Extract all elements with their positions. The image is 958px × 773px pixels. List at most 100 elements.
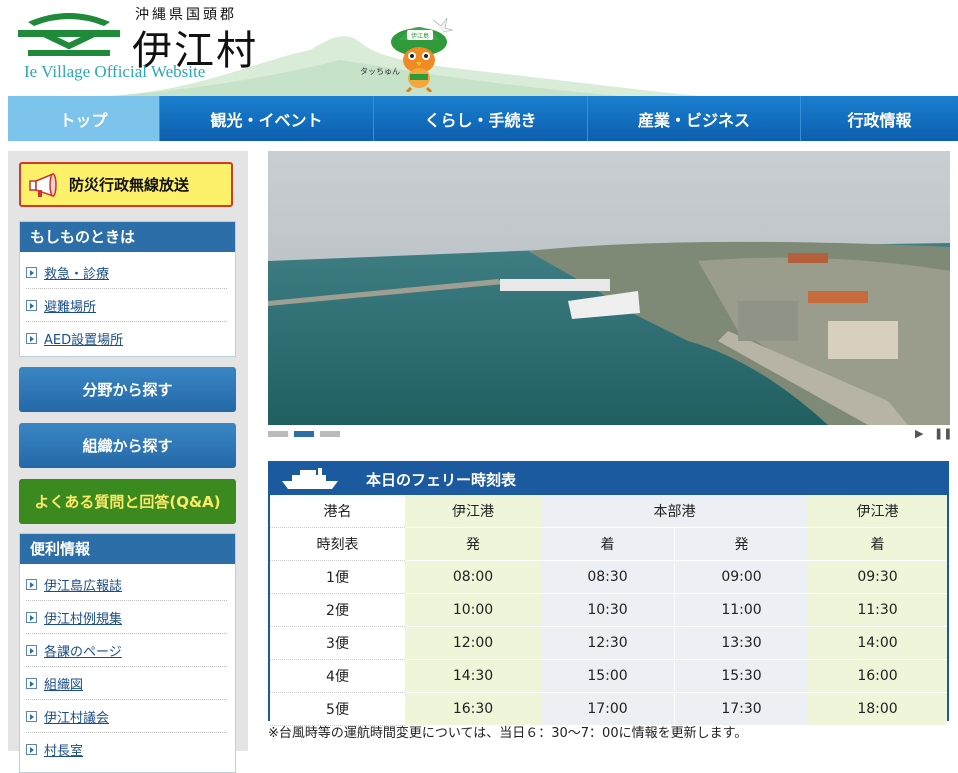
trip-name-cell: 3便 [270, 626, 405, 660]
nav-tourism-events[interactable]: 観光・イベント [160, 96, 374, 141]
nav-administration[interactable]: 行政情報 [801, 96, 958, 141]
ferry-timetable: 本日のフェリー時刻表 港名 伊江港 本部港 伊江港 時刻表 発 着 発 着 1便… [268, 461, 949, 726]
pause-icon[interactable]: ❚❚ [934, 427, 952, 440]
mascot-illustration: 伊江島 [391, 17, 454, 92]
table-subheader-row: 時刻表 発 着 発 着 [270, 527, 947, 561]
time-cell: 15:00 [541, 659, 675, 693]
list-item: 伊江島広報誌 [26, 568, 227, 601]
village-emblem-logo[interactable] [14, 8, 124, 64]
emergency-panel: もしものときは 救急・診療 避難場所 AED設置場所 [19, 221, 236, 357]
list-item: 伊江村例規集 [26, 601, 227, 634]
faq-button[interactable]: よくある質問と回答(Q&A) [19, 479, 236, 524]
list-item: 各課のページ [26, 634, 227, 667]
nav-industry-business[interactable]: 産業・ビジネス [588, 96, 801, 141]
slide-dot-1[interactable] [268, 431, 288, 437]
site-subtitle: Ie Village Official Website [24, 62, 206, 81]
slide-dot-3[interactable] [320, 431, 340, 437]
disaster-radio-button[interactable]: 防災行政無線放送 [19, 162, 233, 207]
arrow-bullet-icon [26, 710, 37, 722]
port-label-cell: 港名 [270, 495, 405, 528]
arrow-bullet-icon [26, 332, 37, 344]
list-item: 救急・診療 [26, 256, 227, 289]
table-row: 3便 12:00 12:30 13:30 14:00 [270, 626, 947, 660]
hero-slide-image[interactable] [268, 151, 950, 425]
search-by-organization-button[interactable]: 組織から探す [19, 423, 236, 468]
time-cell: 10:30 [541, 593, 675, 627]
link-department-pages[interactable]: 各課のページ [44, 641, 122, 660]
time-cell: 16:00 [808, 659, 947, 693]
table-row: 1便 08:00 08:30 09:00 09:30 [270, 560, 947, 594]
port-ie-cell: 伊江港 [405, 495, 541, 528]
list-item: AED設置場所 [26, 322, 227, 354]
time-cell: 10:00 [405, 593, 541, 627]
time-cell: 15:30 [674, 659, 808, 693]
global-nav: トップ 観光・イベント くらし・手続き 産業・ビジネス 行政情報 [8, 96, 958, 141]
useful-info-title: 便利情報 [20, 534, 235, 564]
list-item: 組織図 [26, 667, 227, 700]
arrow-bullet-icon [26, 677, 37, 689]
slide-pager [268, 431, 340, 437]
link-village-regulations[interactable]: 伊江村例規集 [44, 608, 122, 627]
time-cell: 17:30 [674, 692, 808, 726]
timetable-label-cell: 時刻表 [270, 527, 405, 561]
play-icon[interactable]: ▶ [915, 427, 923, 440]
disaster-radio-label: 防災行政無線放送 [69, 176, 190, 194]
link-org-chart[interactable]: 組織図 [44, 674, 83, 693]
nav-living-procedures[interactable]: くらし・手続き [374, 96, 588, 141]
link-evacuation-sites[interactable]: 避難場所 [44, 296, 96, 315]
link-aed-locations[interactable]: AED設置場所 [44, 329, 123, 348]
link-mayor-office[interactable]: 村長室 [44, 740, 83, 759]
arrive-cell: 着 [541, 527, 675, 561]
time-cell: 08:00 [405, 560, 541, 594]
trip-name-cell: 2便 [270, 593, 405, 627]
time-cell: 11:00 [674, 593, 808, 627]
time-cell: 09:00 [674, 560, 808, 594]
useful-info-panel: 便利情報 伊江島広報誌 伊江村例規集 各課のページ 組織図 伊江村議会 村長室 [19, 533, 236, 773]
ferry-table: 港名 伊江港 本部港 伊江港 時刻表 発 着 発 着 1便 08:00 08:3… [270, 495, 947, 726]
time-cell: 12:00 [405, 626, 541, 660]
megaphone-icon [29, 172, 57, 197]
link-village-assembly[interactable]: 伊江村議会 [44, 707, 109, 726]
table-row: 4便 14:30 15:00 15:30 16:00 [270, 659, 947, 693]
list-item: 村長室 [26, 733, 227, 765]
list-item: 伊江村議会 [26, 700, 227, 733]
list-item: 避難場所 [26, 289, 227, 322]
ferry-timetable-title: 本日のフェリー時刻表 [366, 470, 517, 489]
table-row: 2便 10:00 10:30 11:00 11:30 [270, 593, 947, 627]
table-header-row: 港名 伊江港 本部港 伊江港 [270, 495, 947, 528]
time-cell: 11:30 [808, 593, 947, 627]
slide-dot-2[interactable] [294, 431, 314, 437]
link-emergency-medical[interactable]: 救急・診療 [44, 263, 109, 282]
search-by-field-button[interactable]: 分野から探す [19, 367, 236, 412]
arrow-bullet-icon [26, 611, 37, 623]
nav-top[interactable]: トップ [8, 96, 160, 141]
time-cell: 14:00 [808, 626, 947, 660]
time-cell: 18:00 [808, 692, 947, 726]
ferry-timetable-header: 本日のフェリー時刻表 [270, 463, 947, 495]
emergency-panel-title: もしものときは [20, 222, 235, 252]
trip-name-cell: 4便 [270, 659, 405, 693]
arrive-cell: 着 [808, 527, 947, 561]
time-cell: 12:30 [541, 626, 675, 660]
site-header: 沖縄県国頭郡 伊江村 Ie Village Official Website 伊… [0, 0, 958, 96]
trip-name-cell: 1便 [270, 560, 405, 594]
time-cell: 14:30 [405, 659, 541, 693]
arrow-bullet-icon [26, 644, 37, 656]
sidebar: 防災行政無線放送 もしものときは 救急・診療 避難場所 AED設置場所 分野から… [8, 151, 248, 773]
ferry-ship-icon [282, 468, 338, 489]
arrow-bullet-icon [26, 266, 37, 278]
trip-name-cell: 5便 [270, 692, 405, 726]
time-cell: 08:30 [541, 560, 675, 594]
arrow-bullet-icon [26, 299, 37, 311]
arrow-bullet-icon [26, 743, 37, 755]
table-row: 5便 16:30 17:00 17:30 18:00 [270, 692, 947, 726]
link-public-relations-magazine[interactable]: 伊江島広報誌 [44, 575, 122, 594]
depart-cell: 発 [674, 527, 808, 561]
mascot-name: タッちゅん [360, 67, 400, 76]
arrow-bullet-icon [26, 578, 37, 590]
time-cell: 13:30 [674, 626, 808, 660]
time-cell: 09:30 [808, 560, 947, 594]
depart-cell: 発 [405, 527, 541, 561]
port-ie-arrive-cell: 伊江港 [808, 495, 947, 528]
time-cell: 17:00 [541, 692, 675, 726]
